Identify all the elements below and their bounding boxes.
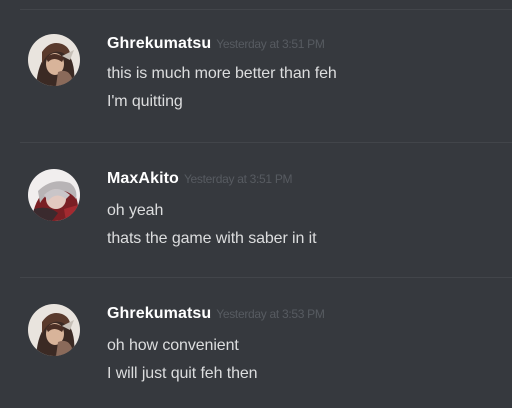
message-divider bbox=[20, 277, 512, 278]
user-avatar[interactable] bbox=[28, 34, 80, 86]
message-timestamp: Yesterday at 3:51 PM bbox=[183, 172, 293, 186]
message-divider bbox=[20, 142, 512, 143]
message-text: I'm quitting bbox=[107, 93, 183, 110]
message-text: oh how convenient bbox=[107, 337, 239, 354]
user-avatar[interactable] bbox=[28, 304, 80, 356]
username[interactable]: Ghrekumatsu bbox=[107, 35, 211, 52]
message-group: Ghrekumatsu Yesterday at 3:53 PM oh how c… bbox=[0, 304, 512, 404]
message-timestamp: Yesterday at 3:51 PM bbox=[216, 37, 325, 51]
message-header: Ghrekumatsu Yesterday at 3:53 PM bbox=[107, 304, 325, 324]
message-text: thats the game with saber in it bbox=[107, 230, 317, 247]
anime-character-avatar-icon bbox=[28, 304, 80, 356]
message-divider bbox=[20, 9, 512, 10]
username[interactable]: Ghrekumatsu bbox=[107, 305, 211, 322]
user-avatar[interactable] bbox=[28, 169, 80, 221]
chat-messages-pane: Ghrekumatsu Yesterday at 3:51 PM this is … bbox=[0, 0, 512, 408]
message-text: this is much more better than feh bbox=[107, 65, 337, 82]
anime-character-avatar-icon bbox=[28, 169, 80, 221]
message-group: MaxAkito Yesterday at 3:51 PM oh yeah tha… bbox=[0, 169, 512, 269]
message-group: Ghrekumatsu Yesterday at 3:51 PM this is … bbox=[0, 34, 512, 134]
username[interactable]: MaxAkito bbox=[107, 170, 179, 187]
message-header: Ghrekumatsu Yesterday at 3:51 PM bbox=[107, 34, 325, 54]
message-text: I will just quit feh then bbox=[107, 365, 258, 382]
message-timestamp: Yesterday at 3:53 PM bbox=[216, 307, 325, 321]
anime-character-avatar-icon bbox=[28, 34, 80, 86]
message-text: oh yeah bbox=[107, 202, 164, 219]
message-header: MaxAkito Yesterday at 3:51 PM bbox=[107, 169, 293, 189]
